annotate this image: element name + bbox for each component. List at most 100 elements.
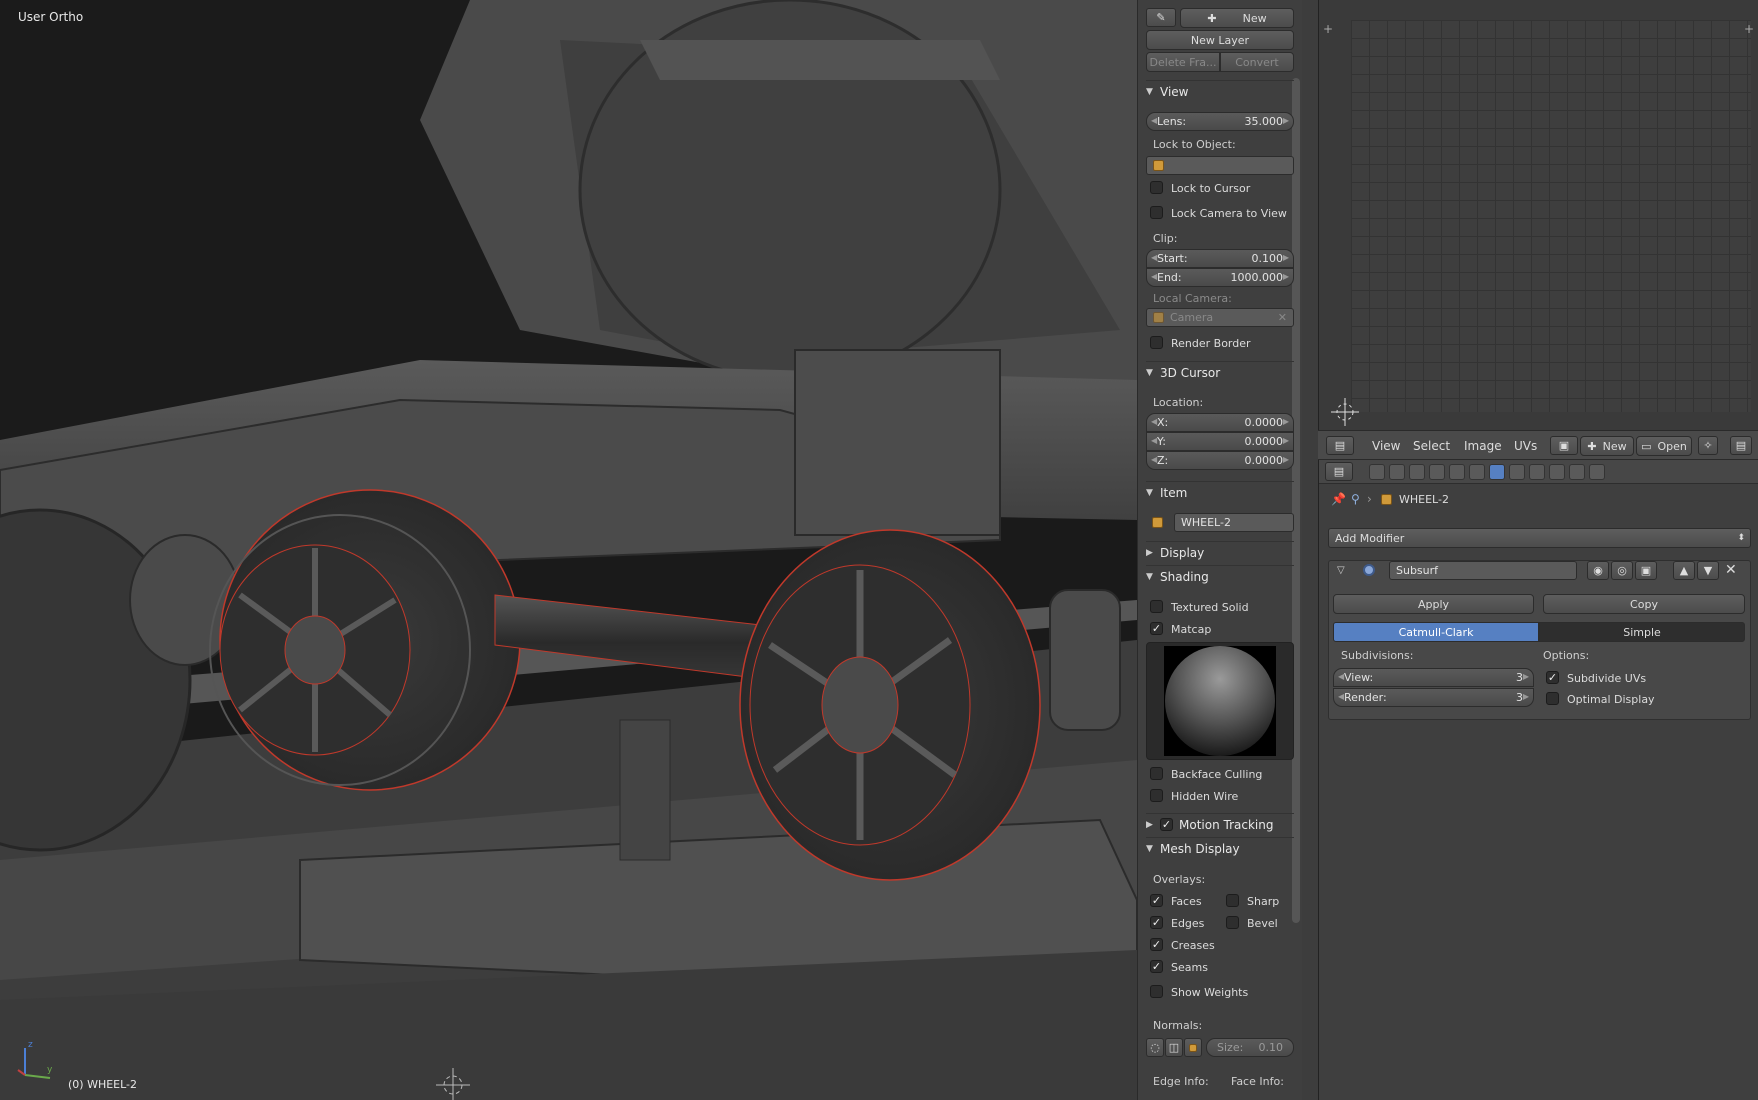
menu-uvs[interactable]: UVs (1514, 439, 1537, 453)
lock-to-cursor-label: Lock to Cursor (1171, 182, 1251, 195)
shading-panel-header[interactable]: ▼ Shading (1146, 565, 1294, 587)
pin-icon[interactable]: 📌 (1331, 492, 1346, 506)
layers-tab-icon[interactable] (1389, 464, 1405, 480)
display-panel-header[interactable]: ▶ Display (1146, 541, 1294, 563)
pin-icon[interactable]: ✧ (1698, 436, 1718, 455)
lock-object-field[interactable] (1146, 156, 1294, 175)
lock-camera-checkbox[interactable] (1150, 206, 1163, 219)
physics-tab-icon[interactable] (1589, 464, 1605, 480)
modifier-name-field[interactable]: Subsurf (1389, 561, 1577, 580)
menu-image[interactable]: Image (1464, 439, 1502, 453)
textured-solid-checkbox[interactable] (1150, 600, 1163, 613)
edit-mode-toggle-icon[interactable]: ▣ (1635, 561, 1657, 580)
copy-button[interactable]: Copy (1543, 594, 1745, 614)
view-levels-field[interactable]: ◀ View: 3 ▶ (1333, 668, 1534, 687)
seams-checkbox[interactable]: ✓ (1150, 960, 1163, 973)
camera-icon (1153, 312, 1164, 323)
matcap-preview[interactable] (1146, 642, 1294, 760)
world-tab-icon[interactable] (1429, 464, 1445, 480)
particles-tab-icon[interactable] (1569, 464, 1585, 480)
scene-tab-icon[interactable] (1409, 464, 1425, 480)
modifiers-tab-icon[interactable] (1489, 464, 1505, 480)
view-panel-header[interactable]: ▼ View (1146, 80, 1294, 102)
editor-type-icon[interactable]: ▤ (1325, 462, 1353, 481)
scene-render (0, 0, 1137, 1100)
open-image-button[interactable]: ▭ Open (1636, 436, 1692, 456)
simple-option[interactable]: Simple (1539, 622, 1745, 642)
render-border-checkbox[interactable] (1150, 336, 1163, 349)
lens-field[interactable]: ◀ Lens: 35.000 ▶ (1146, 112, 1294, 131)
2d-cursor-icon (1331, 398, 1359, 426)
view-mode-icon[interactable]: ▤ (1730, 436, 1752, 455)
axis-y-label: y (47, 1065, 53, 1075)
new-image-button[interactable]: ✚ New (1580, 436, 1634, 456)
lock-to-cursor-checkbox[interactable] (1150, 181, 1163, 194)
constraints-tab-icon[interactable] (1469, 464, 1485, 480)
apply-button[interactable]: Apply (1333, 594, 1534, 614)
subdivisions-label: Subdivisions: (1341, 649, 1414, 662)
optimal-display-checkbox[interactable] (1546, 692, 1559, 705)
normal-size-field[interactable]: Size: 0.10 (1206, 1038, 1294, 1057)
uv-image-editor[interactable]: + + (1318, 0, 1758, 430)
menu-view[interactable]: View (1372, 439, 1400, 453)
image-browse-icon[interactable]: ▣ (1550, 436, 1578, 455)
data-tab-icon[interactable] (1509, 464, 1525, 480)
pencil-icon[interactable]: ✎ (1146, 8, 1176, 27)
split-normals-icon[interactable]: ◫ (1165, 1038, 1183, 1057)
hidden-wire-checkbox[interactable] (1150, 789, 1163, 802)
region-expand-icon[interactable]: + (1323, 22, 1333, 36)
properties-tabs: ▤ (1319, 460, 1758, 484)
motion-tracking-panel-header[interactable]: ▶ ✓ Motion Tracking (1146, 813, 1294, 835)
cursor-y-field[interactable]: ◀ Y: 0.0000 ▶ (1146, 432, 1294, 451)
show-weights-checkbox[interactable] (1150, 985, 1163, 998)
object-link-icon: ⚲ (1351, 492, 1360, 506)
render-levels-field[interactable]: ◀ Render: 3 ▶ (1333, 688, 1534, 707)
clip-start-field[interactable]: ◀ Start: 0.100 ▶ (1146, 249, 1294, 268)
object-tab-icon[interactable] (1449, 464, 1465, 480)
edges-checkbox[interactable]: ✓ (1150, 916, 1163, 929)
3d-cursor-panel-header[interactable]: ▼ 3D Cursor (1146, 361, 1294, 383)
item-panel-header[interactable]: ▼ Item (1146, 481, 1294, 503)
item-name-field[interactable]: WHEEL-2 (1174, 513, 1294, 532)
catmull-clark-option[interactable]: Catmull-Clark (1333, 622, 1539, 642)
sharp-checkbox[interactable] (1226, 894, 1239, 907)
faces-checkbox[interactable]: ✓ (1150, 894, 1163, 907)
cursor-x-field[interactable]: ◀ X: 0.0000 ▶ (1146, 413, 1294, 432)
close-icon[interactable]: ✕ (1725, 562, 1737, 578)
clip-end-field[interactable]: ◀ End: 1000.000 ▶ (1146, 268, 1294, 287)
new-layer-button[interactable]: New Layer (1146, 30, 1294, 50)
motion-tracking-checkbox[interactable]: ✓ (1160, 818, 1173, 831)
move-down-icon[interactable]: ▼ (1697, 561, 1719, 580)
render-tab-icon[interactable] (1369, 464, 1385, 480)
editor-type-icon[interactable]: ▤ (1326, 436, 1354, 455)
bevel-checkbox[interactable] (1226, 916, 1239, 929)
mesh-display-panel-header[interactable]: ▼ Mesh Display (1146, 837, 1294, 859)
object-icon (1153, 160, 1164, 171)
delete-frame-button[interactable]: Delete Fra... (1146, 52, 1220, 72)
region-expand-icon[interactable]: + (1744, 22, 1754, 36)
new-grease-button[interactable]: ✚ New (1180, 8, 1294, 28)
creases-checkbox[interactable]: ✓ (1150, 938, 1163, 951)
cursor-z-field[interactable]: ◀ Z: 0.0000 ▶ (1146, 451, 1294, 470)
local-camera-field[interactable]: Camera ✕ (1146, 308, 1294, 327)
move-up-icon[interactable]: ▲ (1673, 561, 1695, 580)
backface-culling-checkbox[interactable] (1150, 767, 1163, 780)
subdivide-uvs-checkbox[interactable]: ✓ (1546, 671, 1559, 684)
collapse-triangle-icon[interactable]: ▽ (1337, 565, 1345, 576)
eye-icon[interactable]: ◎ (1611, 561, 1633, 580)
menu-select[interactable]: Select (1413, 439, 1450, 453)
add-modifier-dropdown[interactable]: Add Modifier ⬍ (1328, 528, 1751, 548)
faces-label: Faces (1171, 895, 1202, 908)
vertex-normals-icon[interactable]: ◌ (1146, 1038, 1164, 1057)
convert-button[interactable]: Convert (1220, 52, 1294, 72)
backface-culling-label: Backface Culling (1171, 768, 1263, 781)
matcap-checkbox[interactable]: ✓ (1150, 622, 1163, 635)
render-toggle-icon[interactable]: ◉ (1587, 561, 1609, 580)
seams-label: Seams (1171, 961, 1208, 974)
clear-icon[interactable]: ✕ (1278, 311, 1287, 324)
texture-tab-icon[interactable] (1549, 464, 1565, 480)
3d-viewport[interactable]: User Ortho (0) WHEEL-2 z y (0, 0, 1137, 1100)
face-normals-icon[interactable] (1184, 1038, 1202, 1057)
material-tab-icon[interactable] (1529, 464, 1545, 480)
uv-grid[interactable] (1351, 20, 1751, 412)
